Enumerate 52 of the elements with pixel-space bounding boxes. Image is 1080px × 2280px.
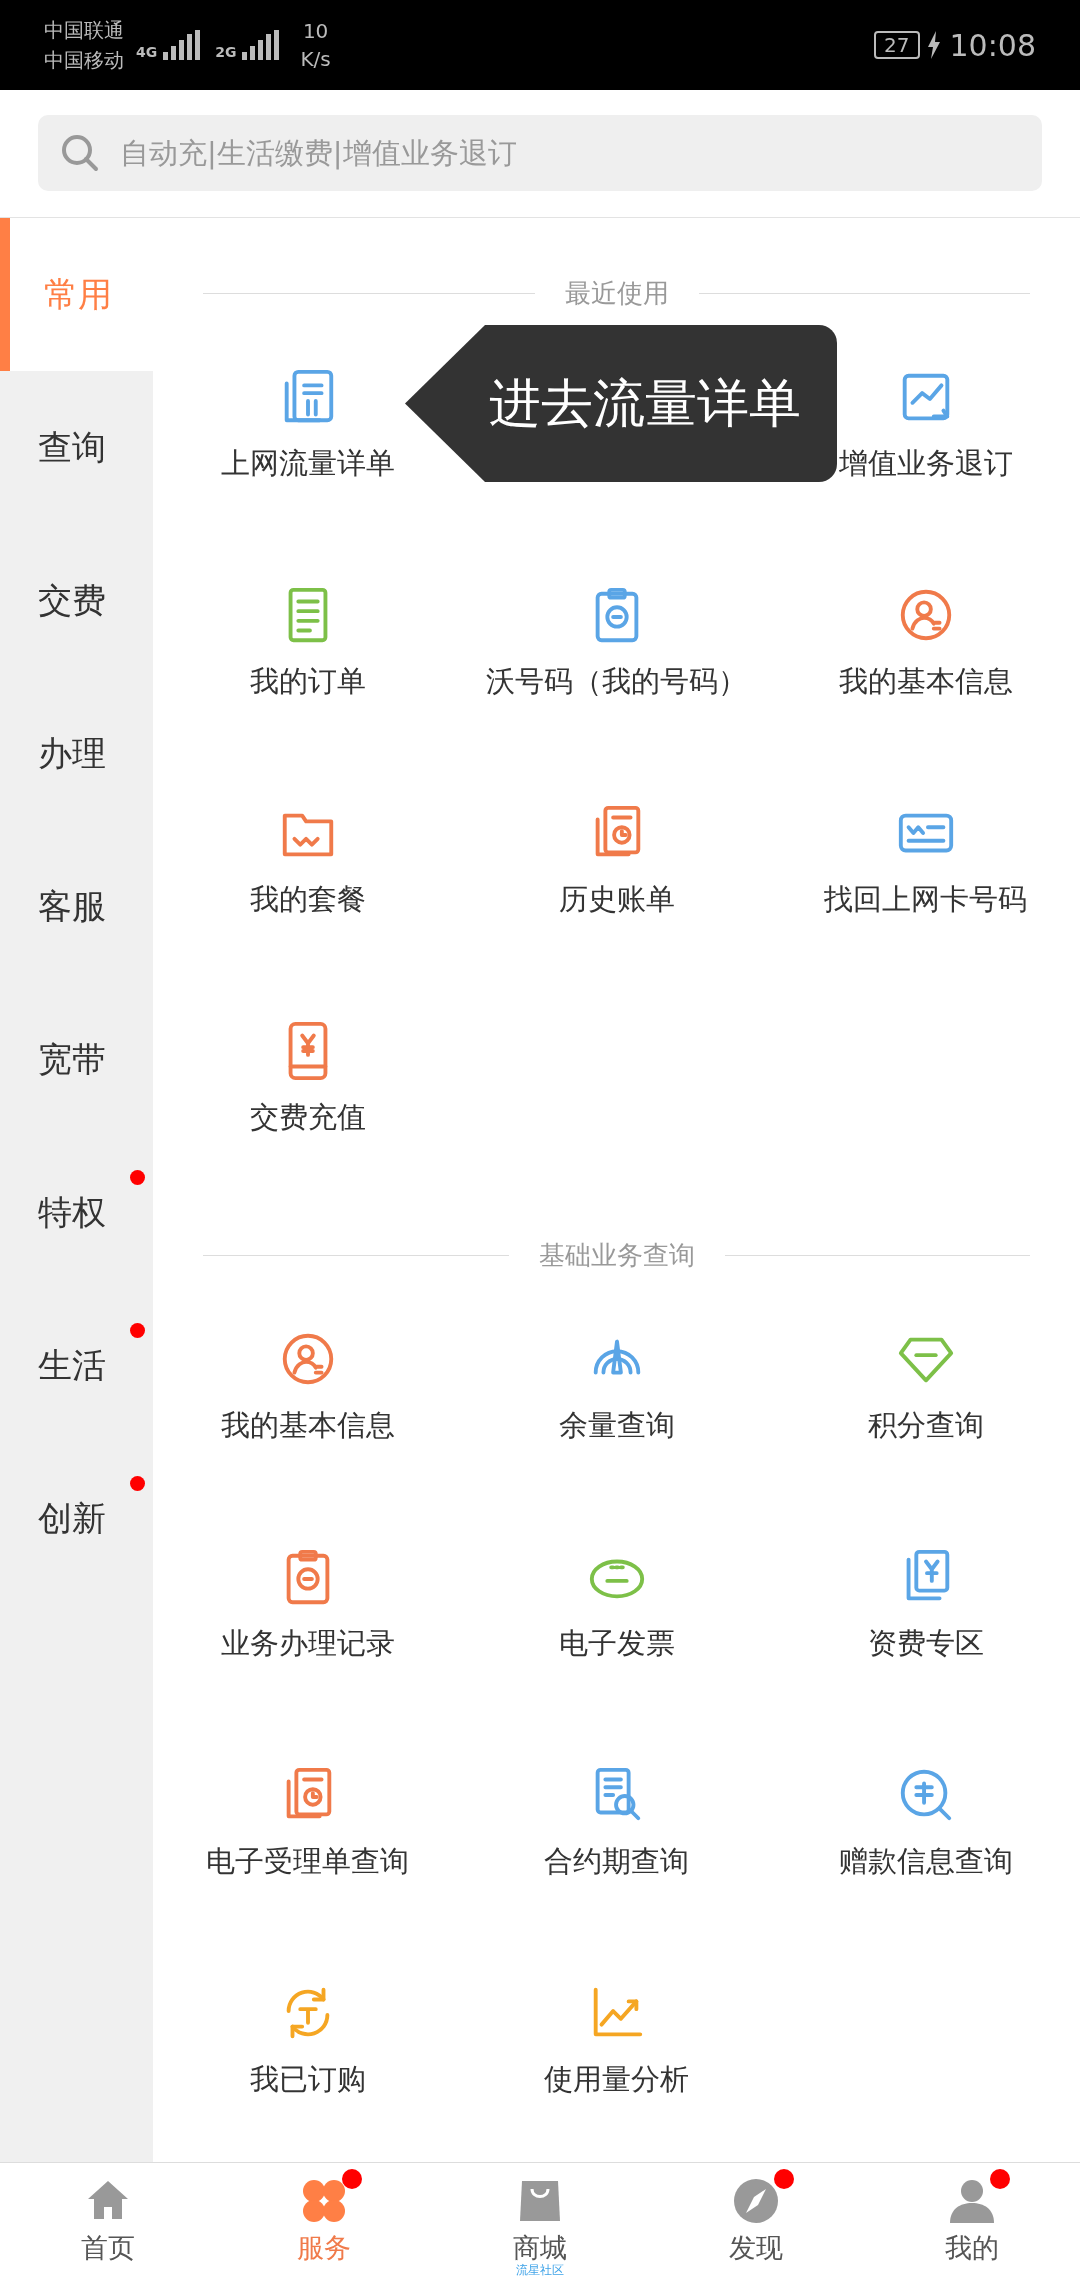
service-link[interactable]: 赠款信息查询 bbox=[838, 1842, 1013, 1882]
tab[interactable]: 我的 bbox=[864, 2163, 1080, 2280]
carrier-name: 中国联通 bbox=[44, 17, 125, 44]
sidebar-item[interactable]: 宽带 bbox=[0, 983, 153, 1136]
service-link[interactable]: 积分查询 bbox=[867, 1406, 984, 1446]
speed-value: 10 bbox=[302, 18, 329, 45]
service-link[interactable]: 合约期查询 bbox=[544, 1842, 689, 1882]
service-link[interactable]: 沃号码（我的号码） bbox=[486, 662, 747, 702]
service-link[interactable]: 余量查询 bbox=[558, 1406, 675, 1446]
service-link[interactable]: 电子发票 bbox=[558, 1624, 675, 1664]
compass-icon bbox=[732, 2177, 780, 2225]
sidebar-item[interactable]: 生活 bbox=[0, 1289, 153, 1442]
sidebar-item[interactable]: 交费 bbox=[0, 524, 153, 677]
charging-icon bbox=[925, 31, 942, 59]
tab[interactable]: 商城 流星社区 bbox=[432, 2163, 648, 2280]
carrier-name: 中国移动 bbox=[44, 47, 125, 74]
sidebar-item[interactable]: 特权 bbox=[0, 1136, 153, 1289]
search-icon bbox=[60, 133, 100, 173]
person-icon bbox=[948, 2177, 996, 2225]
service-link[interactable]: 找回上网卡号码 bbox=[824, 880, 1027, 920]
service-link[interactable]: 我的基本信息 bbox=[220, 1406, 395, 1446]
service-link[interactable]: 上网流量详单 bbox=[220, 444, 395, 484]
service-link[interactable]: 交费充值 bbox=[249, 1098, 366, 1138]
section-title: 基础业务查询 bbox=[538, 1238, 695, 1272]
service-link[interactable]: 电子受理单查询 bbox=[206, 1842, 409, 1882]
service-link[interactable]: 历史账单 bbox=[558, 880, 675, 920]
service-link[interactable]: 我的订单 bbox=[249, 662, 366, 702]
network-type: 2G bbox=[215, 44, 237, 60]
tab[interactable]: 首页 bbox=[0, 2163, 216, 2280]
sidebar-item[interactable]: 创新 bbox=[0, 1442, 153, 1595]
clock-time: 10:08 bbox=[949, 27, 1036, 63]
battery-level: 27 bbox=[874, 31, 920, 59]
clover-icon bbox=[300, 2177, 348, 2225]
service-link[interactable]: 我已订购 bbox=[249, 2060, 366, 2100]
service-link[interactable]: 使用量分析 bbox=[544, 2060, 689, 2100]
signal-icon bbox=[161, 30, 202, 60]
search-field[interactable]: 自动充|生活缴费|增值业务退订 bbox=[38, 115, 1042, 191]
speed-unit: K/s bbox=[300, 46, 331, 73]
signal-icon bbox=[240, 30, 281, 60]
tab-caption: 流星社区 bbox=[516, 2263, 564, 2277]
service-link[interactable]: 我的基本信息 bbox=[838, 662, 1013, 702]
tooltip: 进去流量详单 bbox=[405, 325, 837, 482]
service-link[interactable]: 增值业务退订 bbox=[838, 444, 1013, 484]
sidebar-item[interactable]: 办理 bbox=[0, 677, 153, 830]
sidebar-item[interactable]: 客服 bbox=[0, 830, 153, 983]
tab[interactable]: 发现 bbox=[648, 2163, 864, 2280]
service-link[interactable]: 业务办理记录 bbox=[220, 1624, 395, 1664]
service-link[interactable]: 资费专区 bbox=[867, 1624, 984, 1664]
service-link[interactable]: 我的套餐 bbox=[249, 880, 366, 920]
network-type: 4G bbox=[136, 44, 158, 60]
section-title: 最近使用 bbox=[564, 276, 669, 310]
sidebar-item[interactable]: 查询 bbox=[0, 371, 153, 524]
